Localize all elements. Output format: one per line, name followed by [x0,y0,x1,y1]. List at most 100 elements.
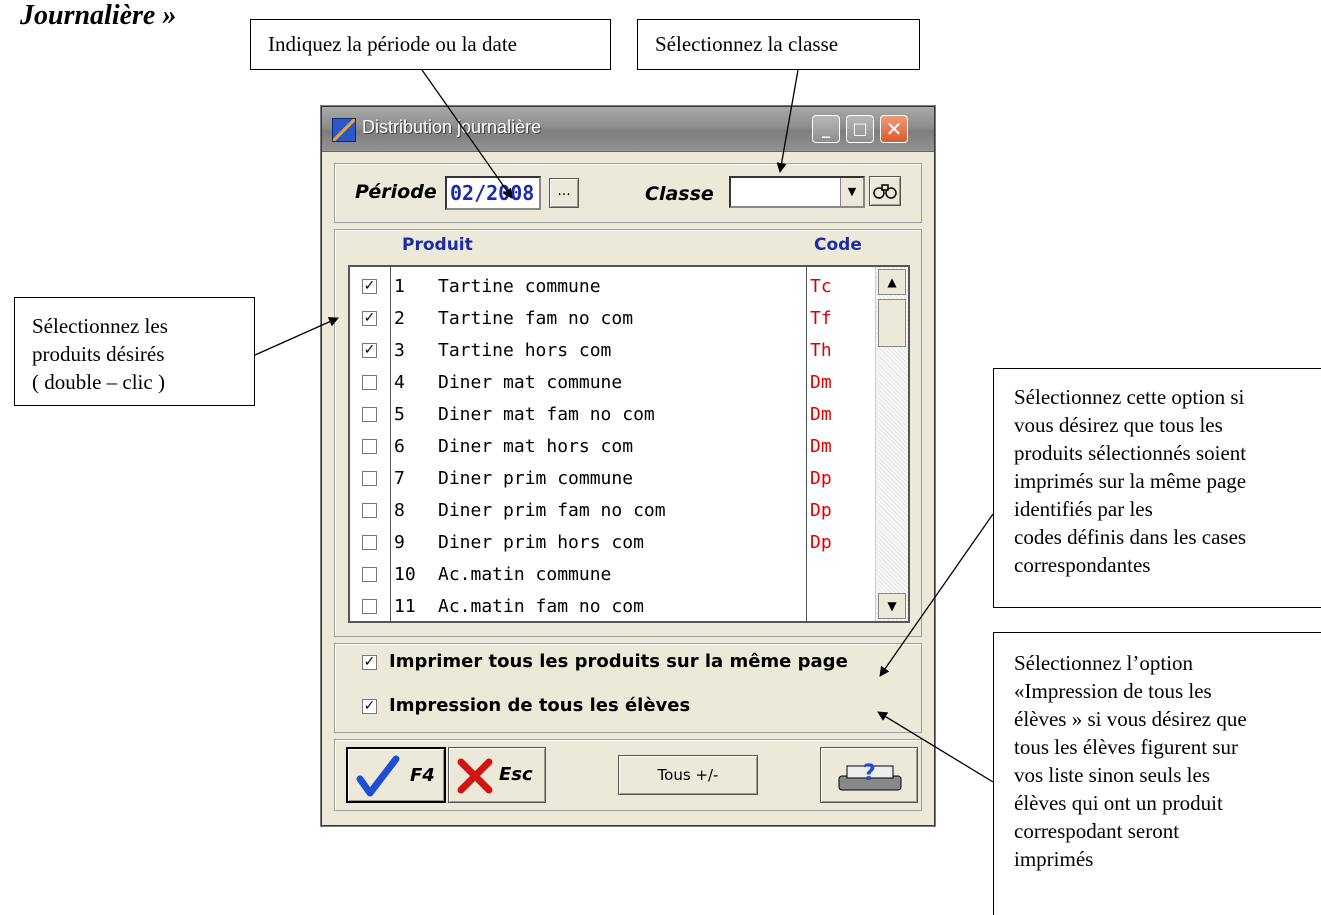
callout-produits: Sélectionnez les produits désirés ( doub… [14,297,255,406]
product-name: Diner prim commune [438,468,634,489]
product-code: Dp [810,500,832,521]
toggle-all-button[interactable]: Tous +/- [618,755,758,795]
product-name: Ac.matin commune [438,564,612,585]
option-all-students-label: Impression de tous les élèves [389,695,691,716]
callout-line: correspodant seront [1014,819,1180,843]
product-name: Diner prim hors com [438,532,644,553]
callout-line: produits sélectionnés soient [1014,441,1247,465]
checkbox[interactable]: ✓ [362,654,377,670]
callout-line: codes définis dans les cases [1014,525,1247,549]
title-bar[interactable]: Distribution journalière _ □ ✕ [322,107,934,152]
product-code: Dm [810,436,832,457]
period-browse-button[interactable]: ... [549,178,579,208]
callout-option-all-students: Sélectionnez l’option «Impression de tou… [993,632,1321,915]
product-number: 10 [394,564,416,585]
product-code: Dm [810,372,832,393]
list-item[interactable]: 5 Diner mat fam no com Dm [350,399,876,431]
product-name: Diner mat hors com [438,436,634,457]
checkbox[interactable]: ✓ [362,279,377,294]
ok-button[interactable]: F4 [346,747,446,803]
checkbox[interactable] [362,503,377,518]
callout-produits-line: produits désirés [32,342,165,366]
product-name: Diner prim fam no com [438,500,666,521]
list-item[interactable]: ✓ 1 Tartine commune Tc [350,271,876,303]
checkbox[interactable] [362,375,377,390]
checkbox[interactable] [362,567,377,582]
callout-line: Sélectionnez l’option [1014,651,1194,675]
product-code: Dp [810,532,832,553]
cancel-shortcut: Esc [499,764,533,785]
binoculars-button[interactable] [869,176,901,206]
cross-icon [457,758,493,794]
product-code: Dm [810,404,832,425]
chevron-down-icon[interactable]: ▼ [840,178,863,206]
list-item[interactable]: 11 Ac.matin fam no com [350,591,876,621]
product-number: 3 [394,340,405,361]
callout-line: identifiés par les [1014,497,1153,521]
list-item[interactable]: 7 Diner prim commune Dp [350,463,876,495]
option-all-students[interactable]: ✓ Impression de tous les élèves [362,695,690,716]
list-item[interactable]: 9 Diner prim hors com Dp [350,527,876,559]
checkbox[interactable] [362,535,377,550]
product-name: Ac.matin fam no com [438,596,644,617]
checkbox[interactable]: ✓ [362,698,377,714]
scroll-down-arrow-icon[interactable]: ▼ [878,593,906,619]
product-code: Tf [810,308,832,329]
option-same-page[interactable]: ✓ Imprimer tous les produits sur la même … [362,651,848,672]
column-header-produit: Produit [402,235,473,255]
list-item[interactable]: 4 Diner mat commune Dm [350,367,876,399]
column-header-code: Code [814,235,862,255]
list-item[interactable]: ✓ 2 Tartine fam no com Tf [350,303,876,335]
product-number: 6 [394,436,405,457]
checkbox[interactable]: ✓ [362,311,377,326]
minimize-button[interactable]: _ [812,115,840,143]
app-icon [332,118,356,142]
period-label: Période [355,181,437,203]
product-name: Tartine fam no com [438,308,634,329]
page-heading: Journalière » [20,0,177,31]
callout-line: vous désirez que tous les [1014,413,1223,437]
product-number: 2 [394,308,405,329]
checkbox[interactable] [362,471,377,486]
checkbox[interactable]: ✓ [362,343,377,358]
callout-period: Indiquez la période ou la date [250,19,611,70]
product-code: Tc [810,276,832,297]
callout-line: imprimés sur la même page [1014,469,1247,493]
checkbox[interactable] [362,439,377,454]
callout-line: Sélectionnez cette option si [1014,385,1245,409]
product-name: Tartine commune [438,276,601,297]
callout-line: correspondantes [1014,553,1151,577]
close-button[interactable]: ✕ [880,115,908,143]
svg-text:?: ? [863,761,876,786]
scroll-up-arrow-icon[interactable]: ▲ [878,269,906,295]
checkbox[interactable] [362,407,377,422]
product-code: Th [810,340,832,361]
binoculars-icon [873,184,897,199]
product-number: 9 [394,532,405,553]
callout-line: tous les élèves figurent sur [1014,735,1238,759]
callout-classe: Sélectionnez la classe [637,19,920,70]
callout-period-text: Indiquez la période ou la date [268,32,517,56]
distribution-window: Distribution journalière _ □ ✕ Période 0… [321,106,935,826]
list-item[interactable]: 6 Diner mat hors com Dm [350,431,876,463]
product-code: Dp [810,468,832,489]
checkbox[interactable] [362,599,377,614]
callout-line: imprimés [1014,847,1094,871]
cancel-button[interactable]: Esc [448,747,546,803]
scroll-thumb[interactable] [878,299,906,347]
list-item[interactable]: 10 Ac.matin commune [350,559,876,591]
classe-select[interactable]: ▼ [729,176,865,208]
print-help-button[interactable]: ? [820,747,918,803]
product-number: 8 [394,500,405,521]
list-item[interactable]: 8 Diner prim fam no com Dp [350,495,876,527]
product-number: 4 [394,372,405,393]
scrollbar[interactable]: ▲ ▼ [875,267,908,621]
maximize-button[interactable]: □ [846,115,874,143]
product-number: 7 [394,468,405,489]
callout-line: élèves » si vous désirez que [1014,707,1247,731]
period-input[interactable]: 02/2008 [445,176,541,210]
product-list[interactable]: ✓ 1 Tartine commune Tc ✓ 2 Tartine fam no com T… [348,265,910,623]
printer-help-icon: ? [838,761,902,791]
list-item[interactable]: ✓ 3 Tartine hors com Th [350,335,876,367]
product-name: Tartine hors com [438,340,612,361]
